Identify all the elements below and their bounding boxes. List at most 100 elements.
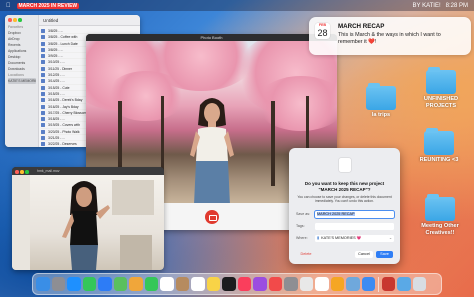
close-button[interactable]	[15, 170, 19, 174]
dock	[32, 273, 442, 295]
messages-icon[interactable]	[82, 277, 96, 291]
file-name: 3/19/25 - Covers with	[48, 123, 81, 128]
notification-body: This is March & the ways in which I want…	[338, 32, 441, 45]
file-name: 3/14/25 - ...	[48, 79, 66, 84]
folder-la-trips[interactable]: la trips	[364, 83, 398, 119]
notification-title: MARCH RECAP	[338, 23, 385, 30]
downloads-icon[interactable]	[397, 277, 411, 291]
file-name: 3/8/25 - Lunch Date	[48, 41, 78, 46]
window-title: Photo Booth	[86, 34, 337, 41]
file-name: 3/8/25 - Coffee with	[48, 35, 78, 40]
clock[interactable]: 8:28 PM	[446, 3, 468, 9]
file-name: 3/16/25 - Jay's Bday	[48, 104, 79, 109]
keynote-icon[interactable]	[361, 277, 375, 291]
apple-icon[interactable]: 	[6, 3, 11, 9]
app-name[interactable]: MARCH 2025 IN REVIEW	[16, 2, 80, 9]
file-name: 3/15/25 - Cute	[48, 85, 70, 90]
file-name: 3/18/25 - ...	[48, 117, 66, 122]
folder-icon	[41, 129, 45, 134]
folder-label: la trips	[371, 112, 391, 118]
folder-icon	[41, 79, 45, 84]
file-name: 3/9/25 - ...	[48, 54, 64, 59]
save-button[interactable]: Save	[376, 251, 393, 258]
safari-icon[interactable]	[67, 277, 81, 291]
file-name: 3/22/25 - Deserves	[48, 142, 77, 147]
contacts-icon[interactable]	[175, 277, 189, 291]
zoom-button[interactable]	[18, 18, 22, 22]
folder-icon	[41, 60, 45, 65]
close-button[interactable]	[8, 18, 12, 22]
tags-label: Tags:	[296, 224, 305, 228]
podcasts-icon[interactable]	[253, 277, 267, 291]
finder-title: Untitled	[39, 15, 140, 26]
preview-icon[interactable]	[346, 277, 360, 291]
save-as-field[interactable]: MARCH 2025 RECAP	[314, 210, 395, 219]
save-as-label: Save as:	[296, 212, 310, 216]
finder-icon[interactable]	[36, 277, 50, 291]
file-name: 3/8/25 - ...	[48, 47, 64, 52]
mail-icon[interactable]	[98, 277, 112, 291]
dialog-subtext: You can choose to save your changes, or …	[297, 195, 392, 204]
chevron-down-icon: ⌄	[388, 236, 392, 240]
maps-icon[interactable]	[113, 277, 127, 291]
dialog-question: Do you want to keep this new project "MA…	[304, 181, 385, 192]
file-name: 3/8/25 - ...	[48, 29, 64, 33]
folder-unfinished-projects[interactable]: UNFINISHED PROJECTS	[418, 67, 464, 110]
folder-icon	[41, 104, 45, 109]
calendar-notification[interactable]: FEB 28 MARCH RECAP This is March & the w…	[309, 17, 471, 55]
minimize-button[interactable]	[20, 170, 24, 174]
window-title: hmk_mail.mov	[12, 167, 164, 175]
video-preview[interactable]	[12, 175, 164, 270]
folder-label: REUNITING <3	[419, 157, 459, 163]
calendar-icon[interactable]	[160, 277, 174, 291]
file-name: 3/15/25 - ...	[48, 91, 66, 96]
settings-icon[interactable]	[284, 277, 298, 291]
notion-icon[interactable]	[315, 277, 329, 291]
photobooth-icon[interactable]	[381, 277, 396, 291]
document-icon	[339, 158, 351, 172]
folder-label: UNFINISHED PROJECTS	[423, 96, 459, 109]
facetime-icon[interactable]	[144, 277, 158, 291]
pages-icon[interactable]	[330, 277, 344, 291]
trash-icon[interactable]	[412, 277, 427, 291]
folder-reuniting[interactable]: REUNITING <3	[414, 128, 464, 164]
delete-button[interactable]: Delete	[296, 251, 316, 258]
user-name[interactable]: BY KATIE!	[413, 3, 441, 9]
save-dialog: Do you want to keep this new project "MA…	[289, 148, 400, 264]
reminders-icon[interactable]	[191, 277, 205, 291]
notes-icon[interactable]	[206, 277, 220, 291]
tags-field[interactable]	[315, 223, 394, 230]
folder-icon	[41, 41, 45, 46]
chrome-icon[interactable]	[299, 277, 313, 291]
camera-shutter-button[interactable]	[204, 209, 219, 224]
minimize-button[interactable]	[13, 18, 17, 22]
folder-icon	[425, 194, 455, 221]
cancel-button[interactable]: Cancel	[355, 251, 373, 258]
file-name: 3/10/25 - ...	[48, 60, 66, 65]
folder-icon	[41, 142, 45, 147]
file-name: 3/17/25 - Cherry Blossom	[48, 110, 87, 115]
folder-icon: ▮	[317, 236, 320, 240]
zoom-button[interactable]	[25, 170, 29, 174]
person	[190, 98, 234, 203]
folder-icon	[366, 83, 396, 110]
news-icon[interactable]	[268, 277, 282, 291]
music-icon[interactable]	[237, 277, 251, 291]
folder-icon	[41, 73, 45, 78]
folder-icon	[41, 54, 45, 59]
folder-icon	[41, 47, 45, 52]
folder-icon	[41, 110, 45, 115]
where-label: Where:	[296, 236, 308, 240]
tv-icon[interactable]	[222, 277, 236, 291]
launchpad-icon[interactable]	[51, 277, 65, 291]
folder-icon	[41, 123, 45, 128]
where-select[interactable]: ▮ KATE'S MEMORIES 💗 ⌄	[315, 235, 394, 242]
photos-icon[interactable]	[129, 277, 143, 291]
sidebar-item[interactable]: KATIE'S MEMORIES	[8, 78, 36, 84]
window-controls	[15, 170, 29, 174]
dock-separator	[378, 276, 379, 292]
window-controls	[8, 18, 22, 24]
folder-meeting-other-creatives[interactable]: Meeting Other Creatives!!	[412, 194, 468, 237]
folder-icon	[41, 91, 45, 96]
folder-icon	[426, 67, 456, 94]
